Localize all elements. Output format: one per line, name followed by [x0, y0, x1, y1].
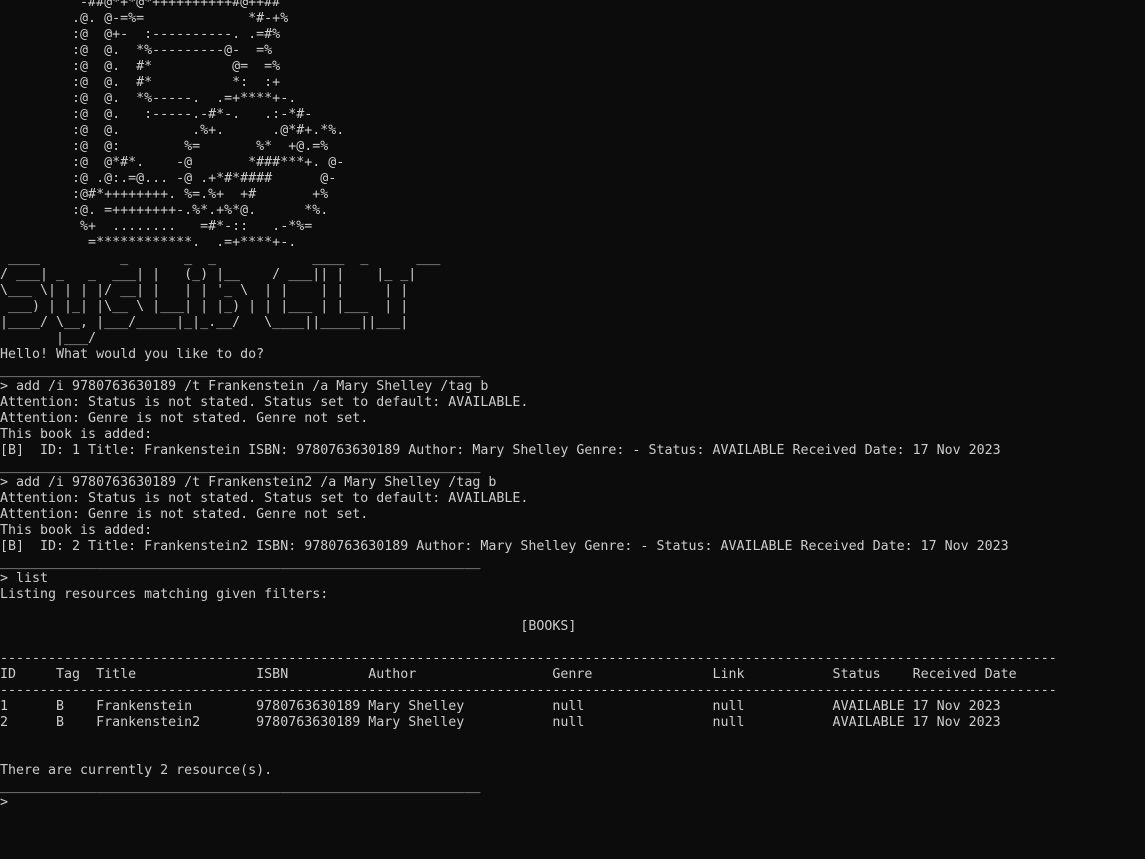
table-rule: ----------------------------------------…	[0, 651, 1057, 666]
list-header: Listing resources matching given filters…	[0, 587, 329, 602]
banner-line: :@ @*#*. -@ *###***+. @-	[0, 155, 345, 170]
output-line: Attention: Genre is not stated. Genre no…	[0, 411, 369, 426]
banner-line: / ___| _ _ ___| | (_) |__ / ___|| | |_ _…	[0, 267, 417, 282]
greeting-text: Hello! What would you like to do?	[0, 347, 265, 362]
banner-line: :@ @: %= %* +@.=%	[0, 139, 329, 154]
command-prompt[interactable]: >	[0, 795, 1145, 811]
banner-line: :@ @. *%-----. .=+****+-.	[0, 91, 297, 106]
banner-line: :@ @. *%---------@- =%	[0, 43, 273, 58]
banner-line: .@. @-=%= *#-+%	[0, 11, 289, 26]
banner-line: :@ @. #* @= =%	[0, 59, 281, 74]
banner-line: |___/	[0, 331, 97, 346]
list-command-block: > list Listing resources matching given …	[0, 571, 1145, 779]
banner-line: :@. =++++++++-.%*.+%*@. *%.	[0, 203, 329, 218]
banner-line: \___ \| | | |/ __| | | | '_ \ | | | | | …	[0, 283, 417, 298]
banner-line: =************. .=+****+-.	[0, 235, 297, 250]
banner-line: :@#*++++++++. %=.%+ +# +%	[0, 187, 329, 202]
banner-line: -##@*+*@*++++++++++#@++##	[0, 0, 281, 10]
command-block-1: > add /i 9780763630189 /t Frankenstein /…	[0, 379, 1145, 459]
prompt-symbol: >	[0, 795, 9, 810]
divider: ________________________________________…	[0, 779, 481, 794]
section-title: [BOOKS]	[0, 619, 577, 634]
table-row: 2 B Frankenstein2 9780763630189 Mary She…	[0, 715, 1001, 730]
output-line: Attention: Status is not stated. Status …	[0, 491, 529, 506]
divider: ________________________________________…	[0, 459, 481, 474]
output-line: Attention: Status is not stated. Status …	[0, 395, 529, 410]
output-line: [B] ID: 2 Title: Frankenstein2 ISBN: 978…	[0, 539, 1009, 554]
divider: ________________________________________…	[0, 555, 481, 570]
banner-line: :@ @. .%+. .@*#+.*%.	[0, 123, 345, 138]
banner-line: ___) | |_| |\__ \ |___| | |_) | | |___ |…	[0, 299, 417, 314]
table-header: ID Tag Title ISBN Author Genre Link Stat…	[0, 667, 1017, 682]
ascii-banner: -##@*+*@*++++++++++#@++## .@. @-=%= *#-+…	[0, 0, 1145, 347]
output-line: Attention: Genre is not stated. Genre no…	[0, 507, 369, 522]
output-line: [B] ID: 1 Title: Frankenstein ISBN: 9780…	[0, 443, 1001, 458]
table-rule: ----------------------------------------…	[0, 683, 1057, 698]
command-block-2: > add /i 9780763630189 /t Frankenstein2 …	[0, 475, 1145, 555]
command-input: > list	[0, 571, 49, 586]
command-input: > add /i 9780763630189 /t Frankenstein2 …	[0, 475, 497, 490]
banner-line: %+ ........ =#*-:: .-*%=	[0, 219, 313, 234]
table-row: 1 B Frankenstein 9780763630189 Mary Shel…	[0, 699, 1001, 714]
command-input: > add /i 9780763630189 /t Frankenstein /…	[0, 379, 489, 394]
output-line: This book is added:	[0, 427, 153, 442]
banner-line: :@ .@:.=@... -@ .+*#*#### @-	[0, 171, 337, 186]
banner-line: ____ _ _ _ ____ _ ___	[0, 251, 449, 266]
divider: ________________________________________…	[0, 363, 481, 378]
summary-text: There are currently 2 resource(s).	[0, 763, 273, 778]
banner-line: :@ @. #* *: :+	[0, 75, 281, 90]
terminal-window[interactable]: -##@*+*@*++++++++++#@++## .@. @-=%= *#-+…	[0, 0, 1145, 859]
banner-line: :@ @+- :----------. .=#%	[0, 27, 281, 42]
banner-line: |____/ \__, |___/_____|_|_.__/ \____||__…	[0, 315, 409, 330]
output-line: This book is added:	[0, 523, 153, 538]
banner-line: :@ @. :-----.-#*-. .:-*#-	[0, 107, 313, 122]
